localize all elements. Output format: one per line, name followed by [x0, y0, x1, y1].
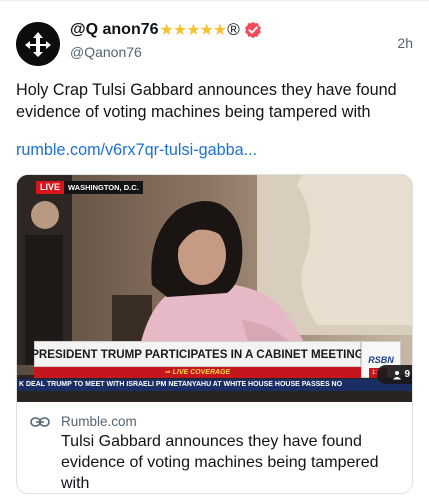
live-label: LIVE — [36, 181, 65, 194]
avatar-image — [16, 22, 60, 66]
card-footer[interactable]: Rumble.com Tulsi Gabbard announces they … — [17, 402, 412, 493]
viewer-count-badge: 9 — [377, 365, 412, 384]
avatar[interactable] — [16, 22, 60, 66]
post: @Q anon76 ★★★★★ ® @Qanon76 2h Holy Crap … — [0, 0, 429, 500]
star-rating: ★★★★★ — [159, 22, 228, 39]
link-icon — [30, 415, 50, 429]
location-label: WASHINGTON, D.C. — [64, 181, 143, 194]
author-row: @Q anon76 ★★★★★ ® — [70, 20, 262, 40]
lower-third-banner: PRESIDENT TRUMP PARTICIPATES IN A CABINE… — [31, 341, 364, 367]
viewer-count: 9 — [404, 369, 410, 380]
post-link[interactable]: rumble.com/v6rx7qr-tulsi-gabba... — [16, 139, 257, 161]
display-name[interactable]: @Q anon76 — [70, 21, 159, 39]
post-timestamp[interactable]: 2h — [397, 35, 413, 51]
link-preview-card[interactable]: LIVE WASHINGTON, D.C. PRESIDENT TRUMP PA… — [16, 174, 413, 494]
divider — [0, 0, 429, 1]
post-text: Holy Crap Tulsi Gabbard announces they h… — [16, 81, 397, 121]
verified-badge-icon — [244, 21, 262, 39]
live-tag: LIVE WASHINGTON, D.C. — [36, 181, 143, 194]
live-coverage-strip: ⇒ LIVE COVERAGE — [34, 367, 361, 378]
card-title: Tulsi Gabbard announces they have found … — [61, 433, 379, 492]
card-domain: Rumble.com — [61, 414, 137, 429]
video-thumbnail[interactable]: LIVE WASHINGTON, D.C. PRESIDENT TRUMP PA… — [17, 175, 412, 402]
news-ticker: K DEAL TRUMP TO MEET WITH ISRAELI PM NET… — [17, 379, 412, 391]
people-icon — [393, 370, 402, 379]
registered-mark: ® — [227, 20, 240, 39]
user-handle[interactable]: @Qanon76 — [70, 44, 142, 60]
